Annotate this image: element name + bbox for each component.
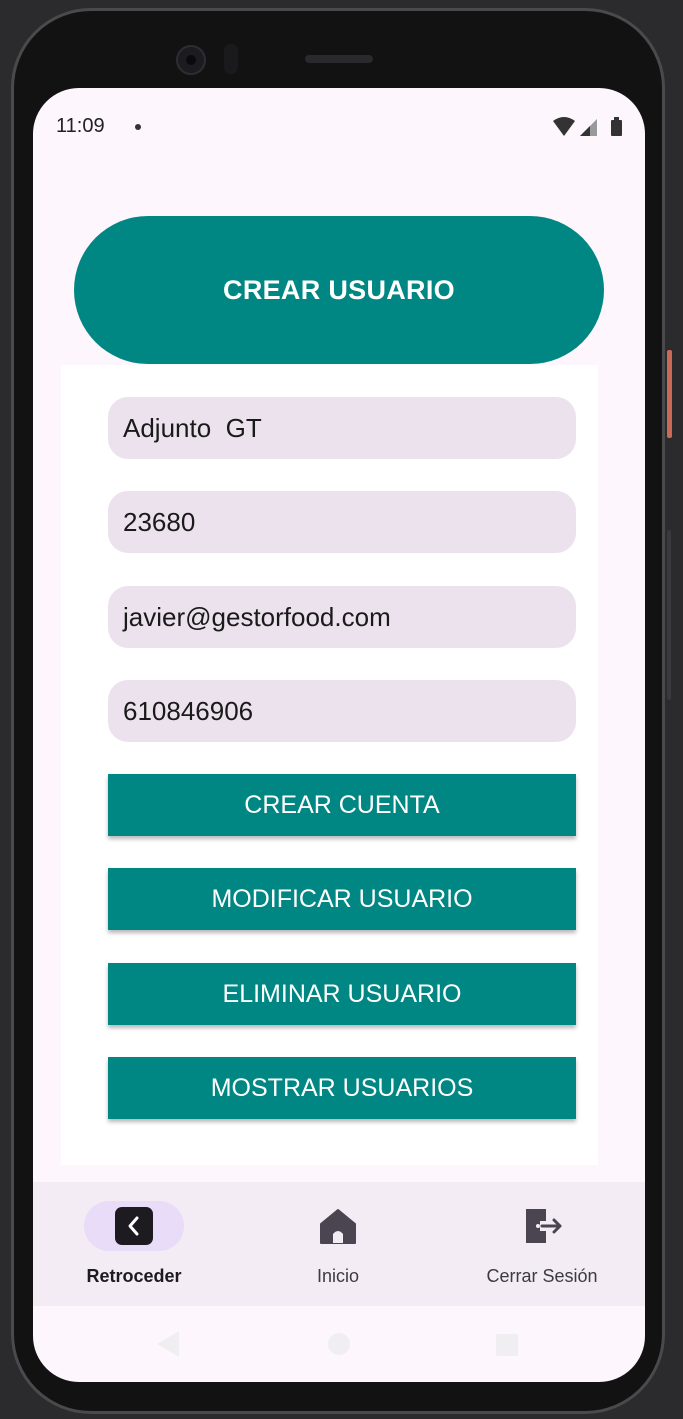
show-users-button[interactable]: MOSTRAR USUARIOS	[108, 1057, 576, 1119]
nav-label-home: Inicio	[316, 1266, 360, 1286]
earpiece-speaker	[305, 55, 373, 63]
delete-user-button[interactable]: ELIMINAR USUARIO	[108, 963, 576, 1025]
power-button	[667, 350, 672, 438]
app-screen: 11:09 CREAR USUARIO Adjunto GT 23680 jav…	[33, 88, 645, 1382]
system-back-icon[interactable]	[157, 1331, 179, 1357]
email-field[interactable]: javier@gestorfood.com	[108, 586, 576, 648]
status-bar: 11:09	[33, 88, 645, 166]
bottom-navigation: Retroceder Inicio Cerrar Sesión	[33, 1182, 645, 1306]
create-user-header: CREAR USUARIO	[74, 216, 604, 364]
wifi-icon	[553, 117, 575, 136]
system-home-icon[interactable]	[328, 1333, 350, 1355]
battery-icon	[611, 117, 622, 136]
system-navigation-bar	[33, 1306, 645, 1382]
status-icons	[553, 116, 623, 143]
proximity-sensor	[224, 44, 238, 74]
nav-item-back[interactable]: Retroceder	[84, 1182, 184, 1306]
notification-dot-icon	[135, 124, 141, 130]
nav-label-logout: Cerrar Sesión	[486, 1266, 598, 1286]
system-recents-icon[interactable]	[496, 1334, 518, 1356]
back-icon	[115, 1207, 153, 1245]
phone-field[interactable]: 610846906	[108, 680, 576, 742]
user-form-card	[61, 365, 598, 1165]
code-field[interactable]: 23680	[108, 491, 576, 553]
front-camera	[176, 45, 206, 75]
active-indicator	[84, 1201, 184, 1251]
home-icon	[320, 1209, 356, 1244]
nav-item-home[interactable]: Inicio	[288, 1182, 388, 1306]
create-account-button[interactable]: CREAR CUENTA	[108, 774, 576, 836]
name-field[interactable]: Adjunto GT	[108, 397, 576, 459]
cellular-signal-icon	[580, 119, 597, 136]
nav-label-back: Retroceder	[86, 1266, 182, 1286]
status-time: 11:09	[56, 115, 105, 137]
modify-user-button[interactable]: MODIFICAR USUARIO	[108, 868, 576, 930]
volume-button	[667, 530, 671, 700]
logout-icon	[526, 1209, 562, 1243]
nav-item-logout[interactable]: Cerrar Sesión	[482, 1182, 602, 1306]
